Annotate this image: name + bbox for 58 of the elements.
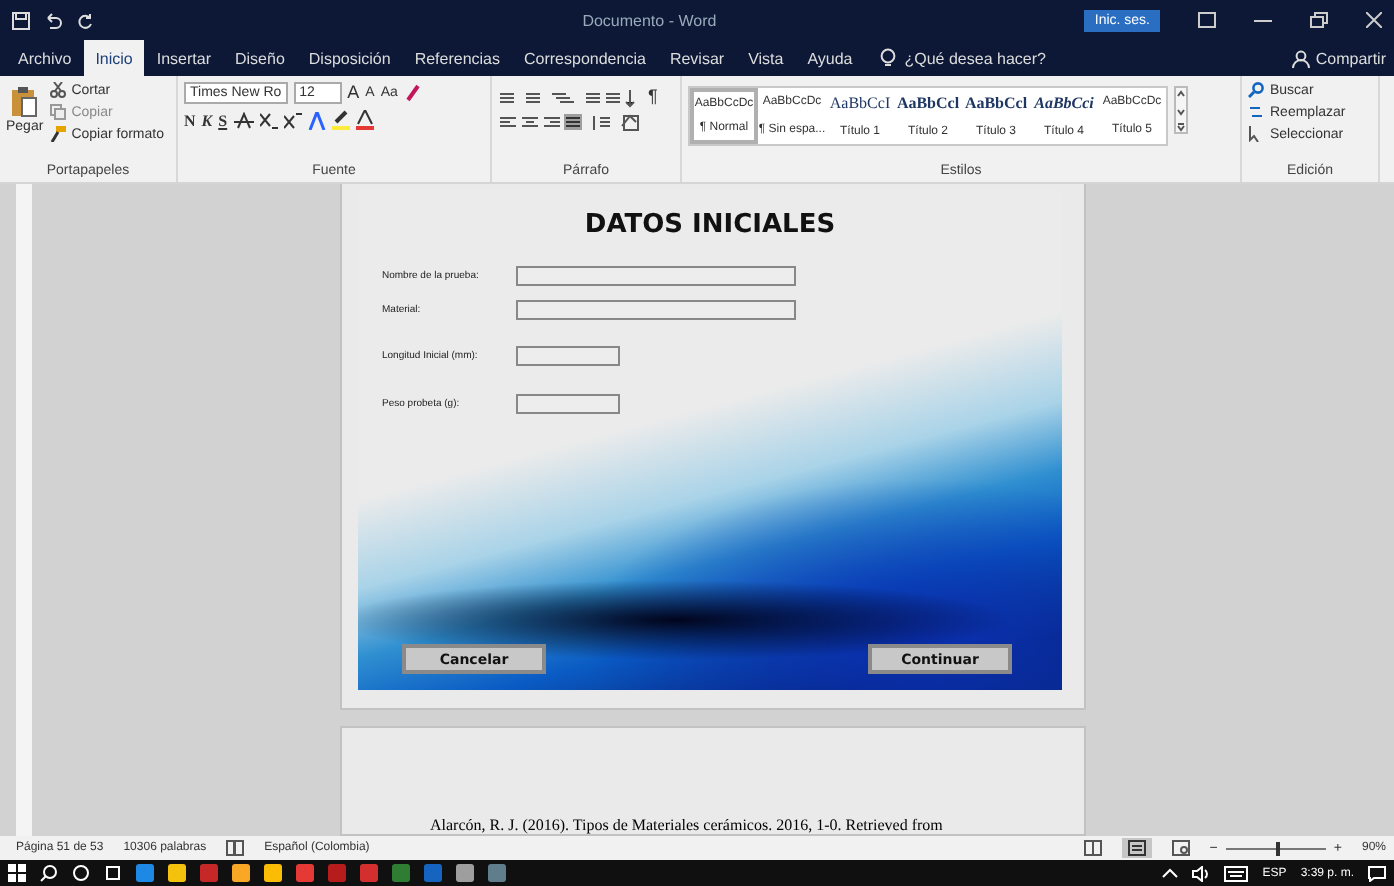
close-icon[interactable] — [1366, 12, 1382, 28]
tell-me-search[interactable]: ¿Qué desea hacer? — [904, 40, 1046, 76]
subscript-icon[interactable] — [259, 111, 278, 129]
replace-icon — [1248, 104, 1264, 120]
font-color-icon[interactable] — [355, 110, 374, 130]
italic-button[interactable]: K — [201, 111, 213, 129]
input-field[interactable] — [516, 346, 620, 366]
grow-font-button[interactable]: A — [347, 84, 360, 102]
undo-icon[interactable] — [44, 11, 62, 29]
superscript-icon[interactable] — [283, 111, 302, 129]
input-field[interactable] — [516, 266, 796, 286]
task-view-icon[interactable] — [104, 864, 122, 882]
show-marks-button[interactable]: ¶ — [648, 86, 658, 106]
ribbon-tab[interactable]: Disposición — [296, 40, 403, 76]
share-button[interactable]: Compartir — [1309, 40, 1394, 76]
strikethrough-icon[interactable] — [233, 111, 254, 129]
copy-icon — [49, 104, 66, 120]
input-field[interactable] — [516, 300, 796, 320]
read-mode-icon[interactable] — [1083, 840, 1102, 856]
speaker-icon[interactable] — [1192, 865, 1211, 881]
search-icon[interactable] — [40, 864, 58, 882]
window-title: Documento - Word — [580, 11, 719, 29]
clipboard-icon — [10, 86, 39, 118]
bold-button[interactable]: N — [184, 111, 196, 129]
paragraph-tools-drawing[interactable] — [498, 88, 642, 136]
ribbon-tab[interactable]: Ayuda — [795, 40, 865, 76]
start-icon[interactable] — [8, 864, 26, 882]
proofing-book-icon[interactable] — [226, 840, 245, 856]
restore-icon[interactable] — [1310, 12, 1328, 28]
notification-icon[interactable] — [1368, 865, 1386, 881]
ribbon-tab[interactable]: Revisar — [657, 40, 737, 76]
redo-icon[interactable] — [76, 11, 94, 29]
ribbon-tab[interactable]: Archivo — [6, 40, 84, 76]
search-icon — [1248, 82, 1264, 98]
zoom-slider-thumb[interactable] — [1275, 841, 1280, 855]
print-layout-icon[interactable] — [1121, 838, 1152, 858]
clear-format-icon[interactable] — [403, 84, 422, 102]
keyboard-icon[interactable] — [1224, 865, 1249, 881]
ribbon-tab[interactable]: Correspondencia — [512, 40, 658, 76]
cursor-icon — [1248, 126, 1264, 142]
scissors-icon — [49, 82, 66, 98]
paintbrush-icon — [49, 126, 66, 142]
text-effects-icon[interactable] — [307, 111, 326, 129]
chevron-up-icon[interactable] — [1162, 868, 1179, 878]
underline-button[interactable]: S — [218, 111, 228, 129]
save-icon[interactable] — [12, 11, 30, 29]
input-field[interactable] — [516, 394, 620, 414]
dialog-title: DATOS INICIALES — [582, 210, 838, 240]
ribbon-tab[interactable]: Referencias — [402, 40, 512, 76]
web-layout-icon[interactable] — [1171, 840, 1190, 856]
ribbon-tab[interactable]: Insertar — [144, 40, 223, 76]
circle-icon[interactable] — [72, 864, 90, 882]
ribbon-display-icon[interactable] — [1198, 12, 1216, 28]
citation-text: Alarcón, R. J. (2016). Tipos de Materiales cerámicos. 2016, 1-0. Retrieved from — [430, 816, 943, 834]
ribbon-tab[interactable]: Vista — [736, 40, 796, 76]
ribbon-tab[interactable]: Inicio — [83, 40, 145, 76]
highlight-icon[interactable] — [331, 110, 350, 130]
ribbon-tab[interactable]: Diseño — [223, 40, 297, 76]
